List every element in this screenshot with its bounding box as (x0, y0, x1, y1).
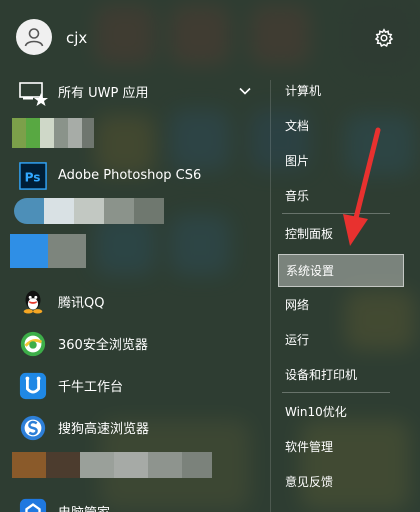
user-avatar-icon[interactable] (16, 19, 52, 55)
gear-icon[interactable] (374, 28, 394, 48)
app-label: 腾讯QQ (58, 295, 105, 311)
app-blurred-1[interactable] (0, 112, 262, 154)
app-sogou-browser[interactable]: 搜狗高速浏览器 (0, 406, 262, 448)
app-label: Adobe Photoshop CS6 (58, 167, 202, 183)
computer-manager-icon (18, 497, 48, 512)
pixelated-app (14, 198, 164, 224)
app-label: 360安全浏览器 (58, 337, 148, 353)
link-system-settings[interactable]: 系统设置 (278, 254, 404, 287)
app-qianniu[interactable]: 千牛工作台 (0, 364, 262, 406)
sogou-browser-icon (18, 413, 48, 443)
column-divider (270, 80, 271, 512)
qianniu-icon (18, 371, 48, 401)
app-blurred-2[interactable] (0, 196, 262, 238)
app-label: 搜狗高速浏览器 (58, 421, 150, 437)
app-qq[interactable]: 腾讯QQ (0, 280, 262, 322)
svg-text:Ps: Ps (25, 171, 41, 185)
app-computer-manager[interactable]: 电脑管家 (0, 490, 262, 512)
chevron-down-icon[interactable] (238, 84, 252, 98)
link-computer[interactable]: 计算机 (278, 74, 404, 107)
link-documents[interactable]: 文档 (278, 109, 404, 142)
pixelated-app (10, 234, 86, 268)
link-feedback[interactable]: 意见反馈 (278, 465, 404, 498)
app-blurred-3[interactable] (0, 234, 262, 280)
start-header: cjx (0, 0, 420, 76)
link-control-panel[interactable]: 控制面板 (278, 217, 404, 250)
app-photoshop[interactable]: Ps Adobe Photoshop CS6 (0, 154, 262, 196)
app-360-browser[interactable]: 360安全浏览器 (0, 322, 262, 364)
link-devices-printers[interactable]: 设备和打印机 (278, 358, 404, 391)
photoshop-icon: Ps (18, 161, 48, 191)
link-pictures[interactable]: 图片 (278, 144, 404, 177)
separator (282, 213, 390, 214)
qq-penguin-icon (18, 287, 48, 317)
app-list: 所有 UWP 应用 Ps Adobe Photoshop CS6 腾讯QQ 36… (0, 70, 262, 512)
360-browser-icon (18, 329, 48, 359)
app-label: 千牛工作台 (58, 379, 124, 395)
app-label: 电脑管家 (58, 502, 110, 512)
link-run[interactable]: 运行 (278, 323, 404, 356)
link-win10-optimize[interactable]: Win10优化 (278, 395, 404, 428)
app-group-label: 所有 UWP 应用 (58, 85, 149, 101)
separator (282, 392, 390, 393)
pixelated-app (12, 452, 212, 478)
app-blurred-4[interactable] (0, 448, 262, 490)
app-group-uwp[interactable]: 所有 UWP 应用 (0, 70, 262, 112)
link-network[interactable]: 网络 (278, 288, 404, 321)
link-software-manager[interactable]: 软件管理 (278, 430, 404, 463)
user-name[interactable]: cjx (66, 29, 87, 47)
link-music[interactable]: 音乐 (278, 179, 404, 212)
uwp-apps-icon (18, 77, 48, 107)
pixelated-app (12, 118, 94, 148)
